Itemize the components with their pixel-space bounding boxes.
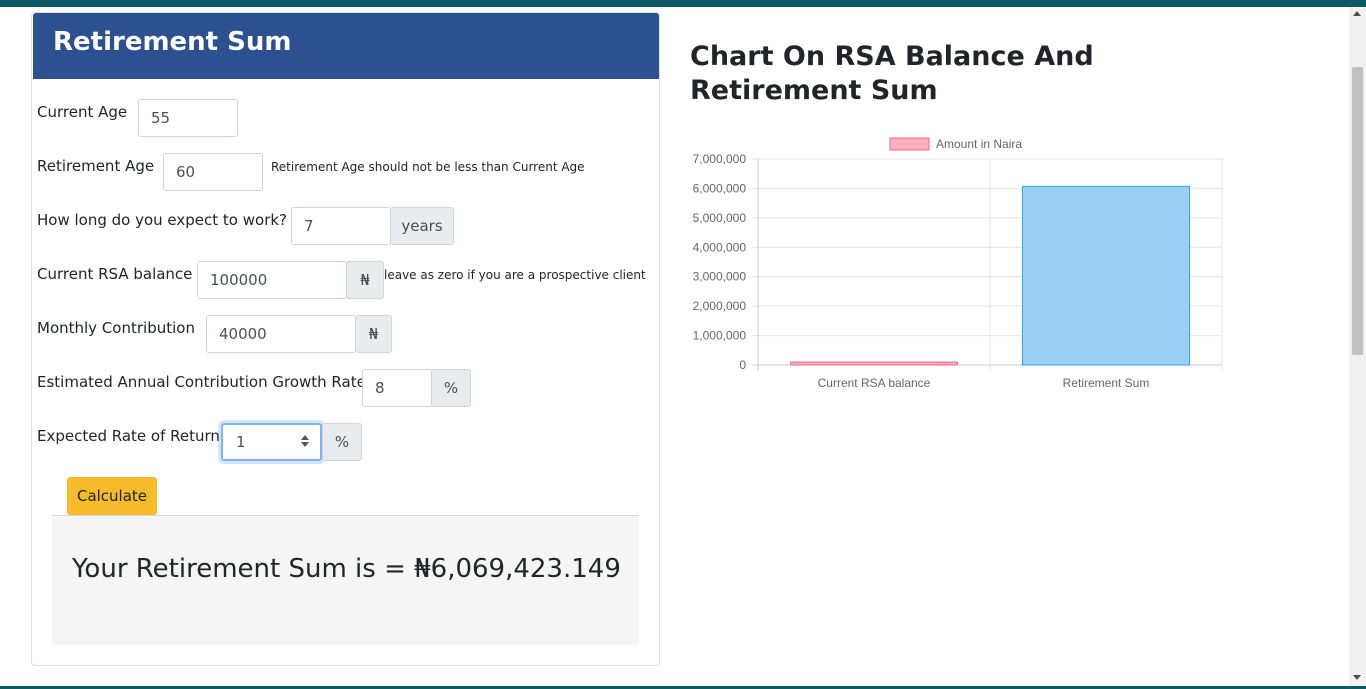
calculate-button[interactable]: Calculate	[67, 477, 157, 515]
growth-rate-label: Estimated Annual Contribution Growth Rat…	[37, 373, 366, 391]
rsa-balance-value: 100000	[210, 271, 268, 289]
growth-rate-value: 8	[375, 379, 385, 397]
y-tick-label: 0	[739, 358, 746, 372]
current-age-label: Current Age	[37, 103, 128, 121]
result-panel: Your Retirement Sum is = ₦6,069,423.149	[52, 515, 639, 645]
retirement-age-label: Retirement Age	[37, 157, 155, 175]
y-tick-label: 1,000,000	[693, 329, 747, 343]
years-addon: years	[390, 207, 454, 245]
work-years-label: How long do you expect to work?	[37, 211, 288, 229]
card-header: Retirement Sum	[33, 13, 659, 79]
retirement-age-help: Retirement Age should not be less than C…	[271, 160, 585, 174]
monthly-contribution-label: Monthly Contribution	[37, 319, 195, 337]
rsa-bar-chart: 0 1,000,000 2,000,000 3,000,000 4,000,000 5,0…	[693, 137, 1223, 390]
bar-current-rsa-balance	[789, 361, 959, 366]
work-years-input[interactable]: 7	[291, 207, 391, 245]
monthly-contribution-input[interactable]: 40000	[206, 315, 356, 353]
rate-of-return-input[interactable]: 1	[221, 423, 322, 461]
retirement-age-input[interactable]: 60	[163, 153, 263, 191]
naira-addon-contribution: ₦	[355, 315, 392, 353]
bar-retirement-sum	[1021, 185, 1191, 366]
x-tick-label: Current RSA balance	[818, 376, 931, 390]
work-years-value: 7	[304, 217, 314, 235]
percent-addon-return: %	[322, 423, 362, 461]
scroll-thumb[interactable]	[1352, 67, 1363, 355]
card-title: Retirement Sum	[53, 27, 292, 57]
scroll-down-icon[interactable]	[1353, 675, 1361, 680]
monthly-contribution-value: 40000	[219, 325, 267, 343]
legend-label: Amount in Naira	[936, 137, 1022, 151]
rsa-balance-label: Current RSA balance	[37, 265, 193, 283]
y-tick-label: 5,000,000	[693, 211, 747, 225]
rate-of-return-label: Expected Rate of Return	[37, 427, 220, 445]
rsa-balance-help: leave as zero if you are a prospective c…	[384, 268, 646, 282]
rate-of-return-value: 1	[236, 433, 246, 451]
page-scrollbar[interactable]	[1349, 7, 1366, 686]
y-tick-label: 4,000,000	[693, 240, 747, 254]
rsa-balance-input[interactable]: 100000	[197, 261, 347, 299]
y-tick-label: 6,000,000	[693, 181, 747, 195]
growth-rate-input[interactable]: 8	[362, 369, 432, 407]
percent-addon-growth: %	[431, 369, 471, 407]
y-tick-label: 3,000,000	[693, 270, 747, 284]
current-age-input[interactable]: 55	[138, 99, 238, 137]
x-tick-label: Retirement Sum	[1063, 376, 1150, 390]
retirement-sum-result: Your Retirement Sum is = ₦6,069,423.149	[72, 554, 621, 584]
current-age-value: 55	[151, 109, 171, 127]
y-tick-label: 2,000,000	[693, 299, 747, 313]
y-tick-label: 7,000,000	[693, 152, 747, 166]
spinner-up-icon[interactable]	[301, 435, 309, 440]
legend-swatch	[889, 137, 930, 151]
number-spinner[interactable]	[300, 433, 310, 453]
scroll-up-icon[interactable]	[1353, 11, 1361, 16]
chart-heading: Chart On RSA Balance And Retirement Sum	[690, 41, 1094, 106]
spinner-down-icon[interactable]	[301, 442, 309, 447]
retirement-age-value: 60	[176, 163, 196, 181]
naira-addon-rsa: ₦	[346, 261, 384, 299]
top-accent-bar	[0, 0, 1366, 7]
